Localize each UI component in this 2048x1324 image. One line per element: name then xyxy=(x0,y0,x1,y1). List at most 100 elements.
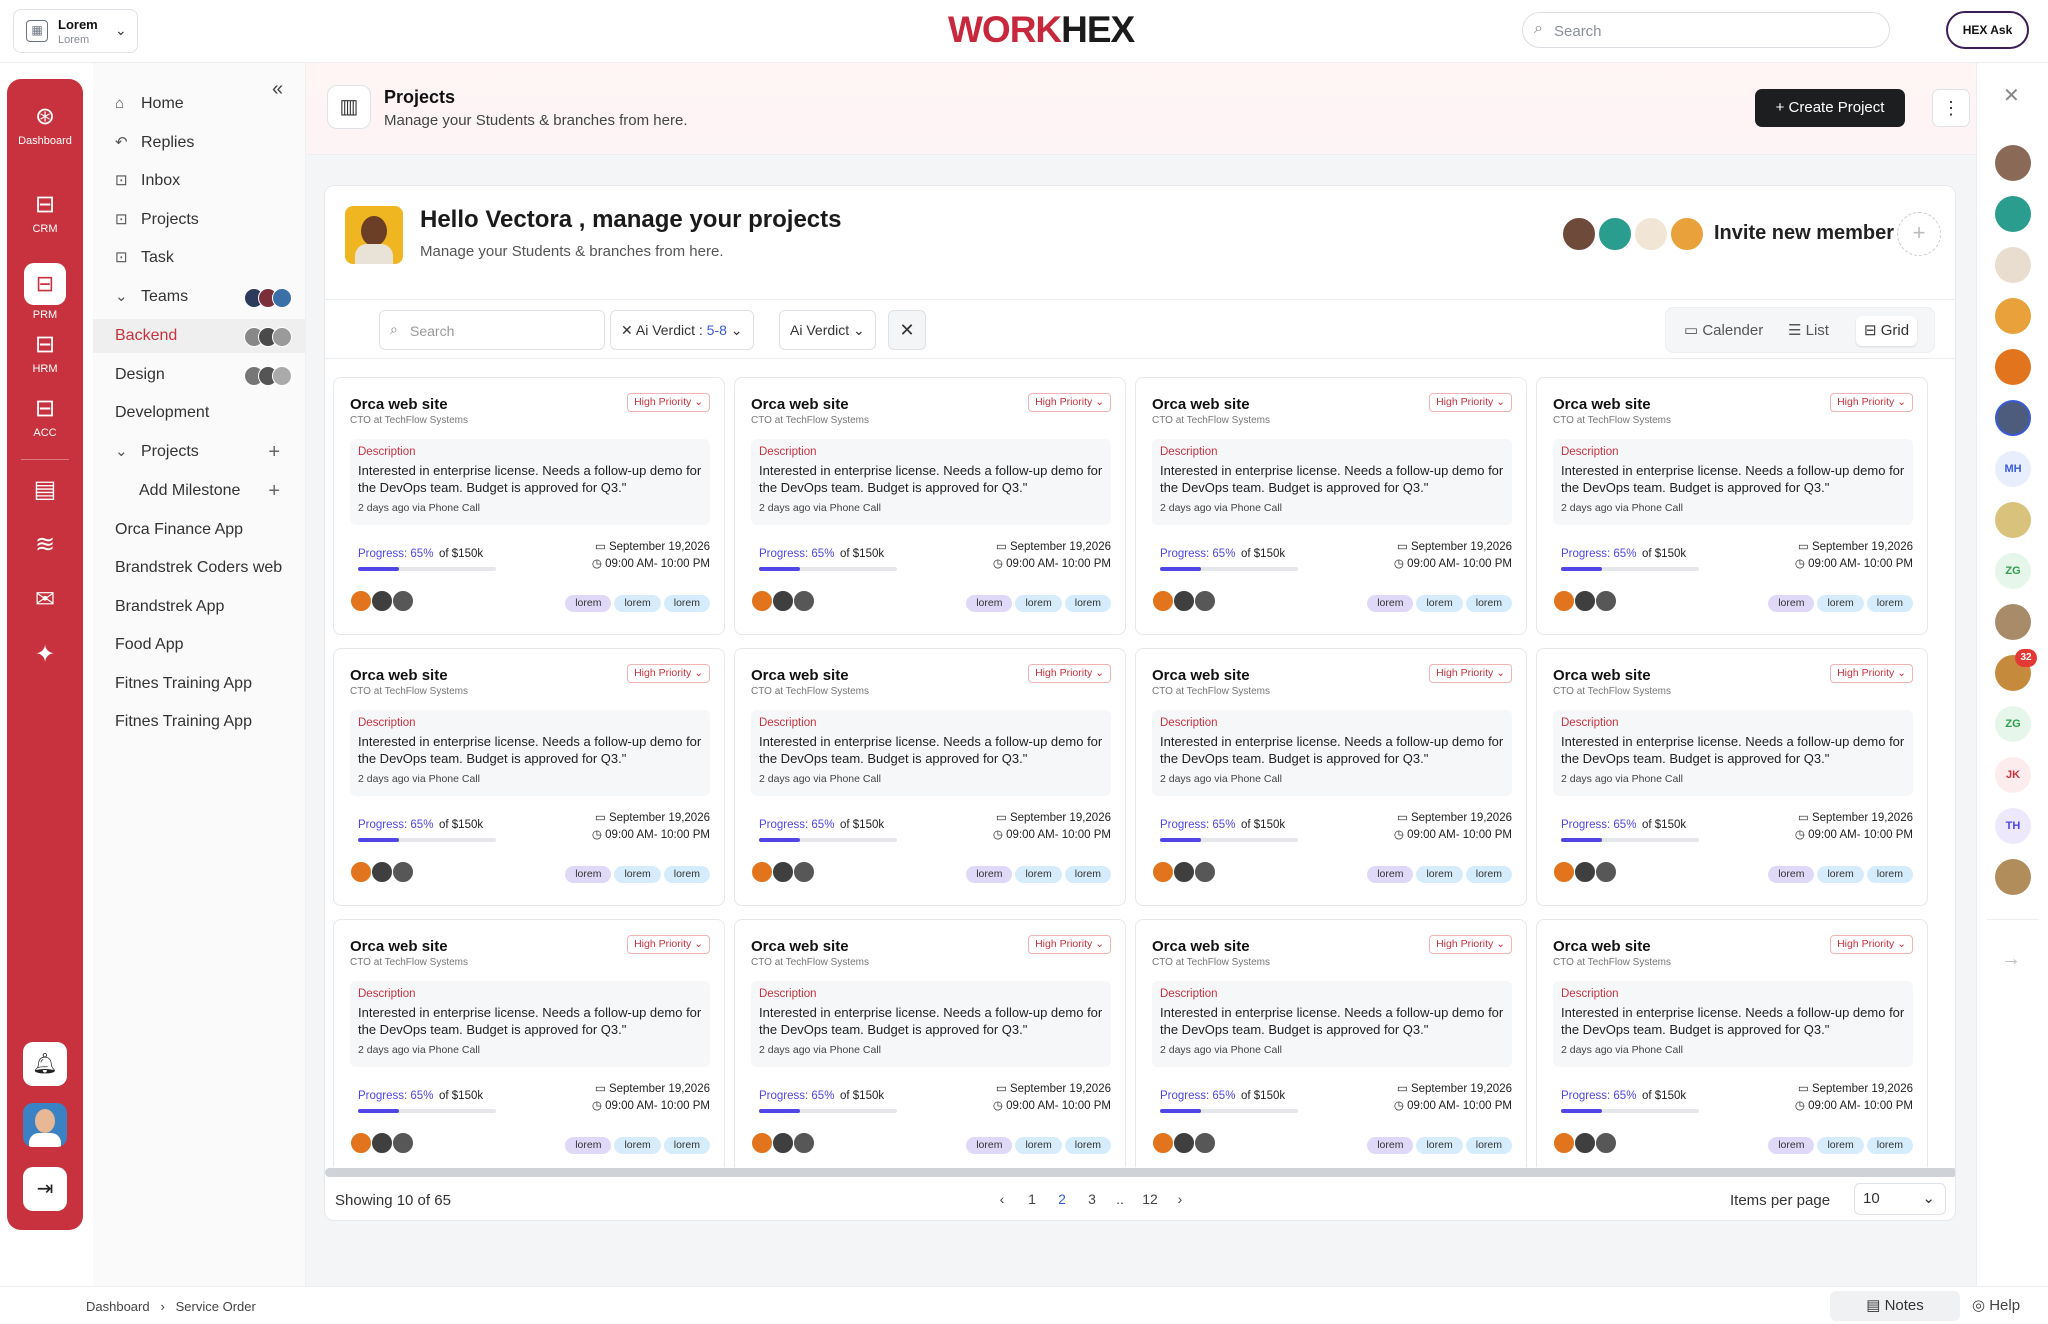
rail-item-dashboard[interactable]: ⊛ Dashboard xyxy=(7,103,83,147)
rail-item-calendar[interactable]: ▤ xyxy=(7,476,83,504)
clear-filters-button[interactable]: ✕ xyxy=(888,310,926,350)
rail-item-ai[interactable]: ✦ xyxy=(7,641,83,669)
priority-dropdown[interactable]: High Priority ⌄ xyxy=(1429,664,1512,683)
member-avatar[interactable] xyxy=(1995,604,2031,640)
priority-dropdown[interactable]: High Priority ⌄ xyxy=(1028,664,1111,683)
view-calendar-tab[interactable]: ▭ Calender xyxy=(1676,316,1771,346)
project-search-input[interactable]: ⌕ Search xyxy=(379,310,605,350)
nav-item-app[interactable]: Brandstrek App xyxy=(93,590,306,624)
org-switcher[interactable]: ▦ Lorem Lorem ⌄ xyxy=(13,9,138,53)
priority-dropdown[interactable]: High Priority ⌄ xyxy=(1830,935,1913,954)
page-link[interactable]: 3 xyxy=(1080,1191,1104,1207)
nav-item-app[interactable]: Food App xyxy=(93,628,306,662)
more-options-button[interactable]: ⋮ xyxy=(1932,89,1970,127)
member-avatar[interactable] xyxy=(1995,349,2031,385)
priority-dropdown[interactable]: High Priority ⌄ xyxy=(627,393,710,412)
project-card[interactable]: Orca web site CTO at TechFlow Systems High… xyxy=(734,919,1126,1167)
hex-ask-button[interactable]: HEX Ask xyxy=(1946,11,2029,49)
member-avatar[interactable] xyxy=(1995,400,2031,436)
project-card[interactable]: Orca web site CTO at TechFlow Systems High… xyxy=(1135,648,1527,906)
clock-icon: ◷ xyxy=(591,829,606,841)
nav-item-app[interactable]: Orca Finance App xyxy=(93,513,306,547)
project-card[interactable]: Orca web site CTO at TechFlow Systems High… xyxy=(1135,377,1527,635)
page-link-current[interactable]: 2 xyxy=(1050,1191,1074,1207)
nav-item-app[interactable]: Fitnes Training App xyxy=(93,667,306,701)
project-card[interactable]: Orca web site CTO at TechFlow Systems High… xyxy=(734,648,1126,906)
member-avatar[interactable]: 32 xyxy=(1995,649,2037,691)
member-avatar[interactable] xyxy=(1995,502,2031,538)
priority-dropdown[interactable]: High Priority ⌄ xyxy=(1028,935,1111,954)
logout-button[interactable]: ⇥ xyxy=(23,1167,67,1211)
chevron-down-icon: ⌄ xyxy=(1922,1190,1935,1207)
rail-item-crm[interactable]: ⊟ CRM xyxy=(7,191,83,235)
rail-item-hrm[interactable]: ⊟ HRM xyxy=(7,331,83,375)
priority-dropdown[interactable]: High Priority ⌄ xyxy=(1429,393,1512,412)
add-project-icon[interactable]: + xyxy=(268,435,280,469)
priority-dropdown[interactable]: High Priority ⌄ xyxy=(627,664,710,683)
member-initials[interactable]: ZG xyxy=(1995,553,2031,589)
priority-dropdown[interactable]: High Priority ⌄ xyxy=(1830,664,1913,683)
priority-dropdown[interactable]: High Priority ⌄ xyxy=(627,935,710,954)
project-card[interactable]: Orca web site CTO at TechFlow Systems High… xyxy=(1536,648,1928,906)
project-card[interactable]: Orca web site CTO at TechFlow Systems High… xyxy=(333,648,725,906)
priority-dropdown[interactable]: High Priority ⌄ xyxy=(1429,935,1512,954)
close-icon[interactable]: ✕ xyxy=(621,322,636,338)
nav-item-app[interactable]: Fitnes Training App xyxy=(93,705,306,739)
member-initials[interactable]: JK xyxy=(1995,757,2031,793)
nav-item-projects[interactable]: ⊡ Projects xyxy=(93,203,306,237)
nav-item-development[interactable]: Development xyxy=(93,396,306,430)
member-avatar[interactable] xyxy=(1995,859,2031,895)
rail-item-acc[interactable]: ⊟ ACC xyxy=(7,395,83,439)
breadcrumb-service-order[interactable]: Service Order xyxy=(176,1299,256,1314)
page-link[interactable]: 1 xyxy=(1020,1191,1044,1207)
view-grid-tab[interactable]: ⊟ Grid xyxy=(1856,316,1918,346)
project-card[interactable]: Orca web site CTO at TechFlow Systems High… xyxy=(333,377,725,635)
rail-item-mail[interactable]: ✉ xyxy=(7,586,83,614)
priority-dropdown[interactable]: High Priority ⌄ xyxy=(1028,393,1111,412)
collapse-sidebar-icon[interactable]: « xyxy=(272,78,283,101)
add-milestone-icon[interactable]: + xyxy=(268,474,280,508)
nav-item-replies[interactable]: ↶ Replies xyxy=(93,126,306,160)
nav-item-task[interactable]: ⊡ Task xyxy=(93,241,306,275)
arrow-right-icon[interactable]: → xyxy=(2001,948,2021,971)
help-button[interactable]: ◎ Help xyxy=(1961,1291,2031,1321)
rail-item-layers[interactable]: ≋ xyxy=(7,531,83,559)
create-project-button[interactable]: + Create Project xyxy=(1755,89,1905,127)
project-card[interactable]: Orca web site CTO at TechFlow Systems High… xyxy=(1536,377,1928,635)
horizontal-scrollbar[interactable] xyxy=(325,1168,1955,1177)
project-card[interactable]: Orca web site CTO at TechFlow Systems High… xyxy=(734,377,1126,635)
member-initials[interactable]: MH xyxy=(1995,451,2031,487)
breadcrumb-dashboard[interactable]: Dashboard xyxy=(86,1299,150,1314)
member-initials[interactable]: TH xyxy=(1995,808,2031,844)
nav-item-add-milestone[interactable]: Add Milestone + xyxy=(93,474,306,508)
next-page-icon[interactable]: › xyxy=(1168,1191,1192,1207)
view-list-tab[interactable]: ☰ List xyxy=(1780,316,1837,346)
close-icon[interactable]: ✕ xyxy=(2003,83,2020,108)
member-avatar[interactable] xyxy=(1995,196,2031,232)
items-per-page-select[interactable]: 10 ⌄ xyxy=(1854,1183,1946,1215)
member-initials[interactable]: ZG xyxy=(1995,706,2031,742)
notifications-button[interactable]: 🔔︎ xyxy=(23,1042,67,1086)
nav-group-teams[interactable]: ⌄ Teams xyxy=(93,280,306,314)
project-card[interactable]: Orca web site CTO at TechFlow Systems High… xyxy=(1536,919,1928,1167)
member-avatar[interactable] xyxy=(1995,247,2031,283)
priority-dropdown[interactable]: High Priority ⌄ xyxy=(1830,393,1913,412)
nav-item-design[interactable]: Design xyxy=(93,358,306,392)
nav-group-projects[interactable]: ⌄ Projects + xyxy=(93,435,306,469)
ai-verdict-dropdown[interactable]: Ai Verdict ⌄ xyxy=(779,310,876,350)
ai-verdict-filter-chip[interactable]: ✕ Ai Verdict : 5-8 ⌄ xyxy=(610,310,754,350)
project-card[interactable]: Orca web site CTO at TechFlow Systems High… xyxy=(1135,919,1527,1167)
member-avatar[interactable] xyxy=(1995,298,2031,334)
invite-member-button[interactable]: + xyxy=(1897,212,1941,256)
page-link[interactable]: 12 xyxy=(1138,1191,1162,1207)
notes-button[interactable]: ▤ Notes xyxy=(1830,1291,1960,1321)
user-avatar[interactable] xyxy=(23,1103,67,1147)
global-search-input[interactable]: ⌕ Search xyxy=(1522,12,1890,48)
member-avatar[interactable] xyxy=(1995,145,2031,181)
project-card[interactable]: Orca web site CTO at TechFlow Systems High… xyxy=(333,919,725,1167)
nav-item-inbox[interactable]: ⊡ Inbox xyxy=(93,164,306,198)
nav-item-app[interactable]: Brandstrek Coders web xyxy=(93,551,306,585)
rail-item-prm[interactable]: ⊟ PRM xyxy=(7,263,83,321)
prev-page-icon[interactable]: ‹ xyxy=(990,1191,1014,1207)
nav-item-backend[interactable]: Backend xyxy=(93,319,306,353)
